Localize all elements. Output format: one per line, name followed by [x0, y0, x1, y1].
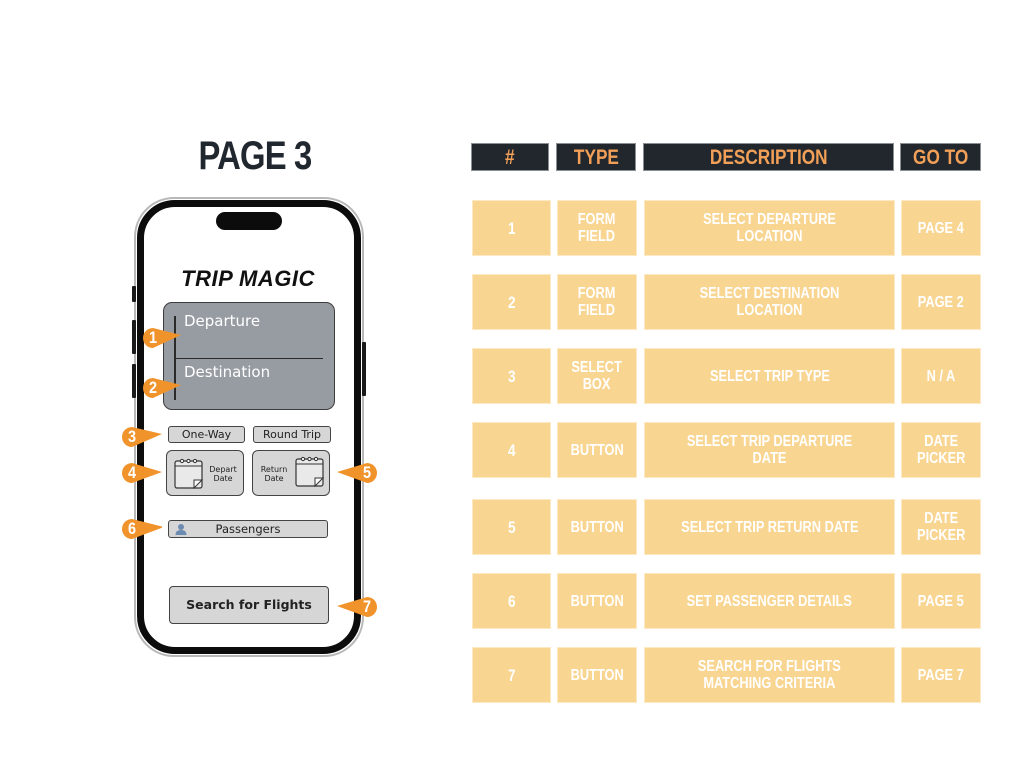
row-goto: N / A	[901, 348, 981, 404]
return-date-button[interactable]: Return Date	[252, 450, 330, 496]
destination-field[interactable]: Destination	[184, 363, 270, 381]
row-description: SELECT TRIP DEPARTURE DATE	[644, 422, 895, 478]
row-type: BUTTON	[557, 573, 637, 629]
header-number: #	[471, 143, 549, 171]
row-type: BUTTON	[557, 647, 637, 703]
search-flights-button[interactable]: Search for Flights	[169, 586, 329, 624]
row-number: 4	[472, 422, 551, 478]
row-description: SELECT DESTINATION LOCATION	[644, 274, 895, 330]
row-goto: PAGE 7	[901, 647, 981, 703]
row-type: FORM FIELD	[557, 274, 637, 330]
passengers-label: Passengers	[215, 522, 281, 536]
row-goto: DATE PICKER	[901, 422, 981, 478]
row-description: SEARCH FOR FLIGHTS MATCHING CRITERIA	[644, 647, 895, 703]
calendar-icon	[295, 456, 325, 487]
row-number: 1	[472, 200, 551, 256]
row-number: 3	[472, 348, 551, 404]
callout-marker-3: 3	[122, 426, 162, 448]
row-type: SELECT BOX	[557, 348, 637, 404]
phone-power-button	[362, 342, 366, 396]
callout-marker-5: 5	[337, 462, 377, 484]
calendar-icon	[174, 458, 204, 489]
row-description: SET PASSENGER DETAILS	[644, 573, 895, 629]
row-type: FORM FIELD	[557, 200, 637, 256]
callout-marker-2: 2	[143, 377, 183, 399]
header-type: TYPE	[556, 143, 636, 171]
phone-mute-switch	[132, 286, 136, 302]
header-goto: GO TO	[900, 143, 981, 171]
callout-marker-6: 6	[122, 518, 162, 540]
round-trip-option[interactable]: Round Trip	[253, 426, 331, 443]
depart-date-label: Depart Date	[209, 465, 237, 483]
row-goto: PAGE 2	[901, 274, 981, 330]
row-description: SELECT TRIP RETURN DATE	[644, 499, 895, 555]
phone-volume-down	[132, 364, 136, 398]
row-type: BUTTON	[557, 499, 637, 555]
row-type: BUTTON	[557, 422, 637, 478]
departure-field[interactable]: Departure	[184, 312, 260, 330]
callout-marker-7: 7	[337, 596, 377, 618]
row-number: 6	[472, 573, 551, 629]
callout-marker-1: 1	[143, 327, 183, 349]
person-icon	[175, 524, 187, 535]
callout-marker-4: 4	[122, 462, 162, 484]
phone-notch	[216, 212, 282, 230]
row-goto: PAGE 4	[901, 200, 981, 256]
row-goto: PAGE 5	[901, 573, 981, 629]
one-way-option[interactable]: One-Way	[168, 426, 245, 443]
row-description: SELECT TRIP TYPE	[644, 348, 895, 404]
app-title: TRIP MAGIC	[181, 266, 315, 291]
row-number: 5	[472, 499, 551, 555]
phone-volume-up	[132, 320, 136, 354]
row-description: SELECT DEPARTURE LOCATION	[644, 200, 895, 256]
row-number: 7	[472, 647, 551, 703]
passengers-button[interactable]: Passengers	[168, 520, 328, 538]
row-number: 2	[472, 274, 551, 330]
page-title: PAGE 3	[198, 134, 313, 178]
header-description: DESCRIPTION	[643, 143, 894, 171]
return-date-label: Return Date	[260, 465, 288, 483]
depart-date-button[interactable]: Depart Date	[166, 450, 244, 496]
row-goto: DATE PICKER	[901, 499, 981, 555]
location-panel-divider	[175, 358, 323, 360]
